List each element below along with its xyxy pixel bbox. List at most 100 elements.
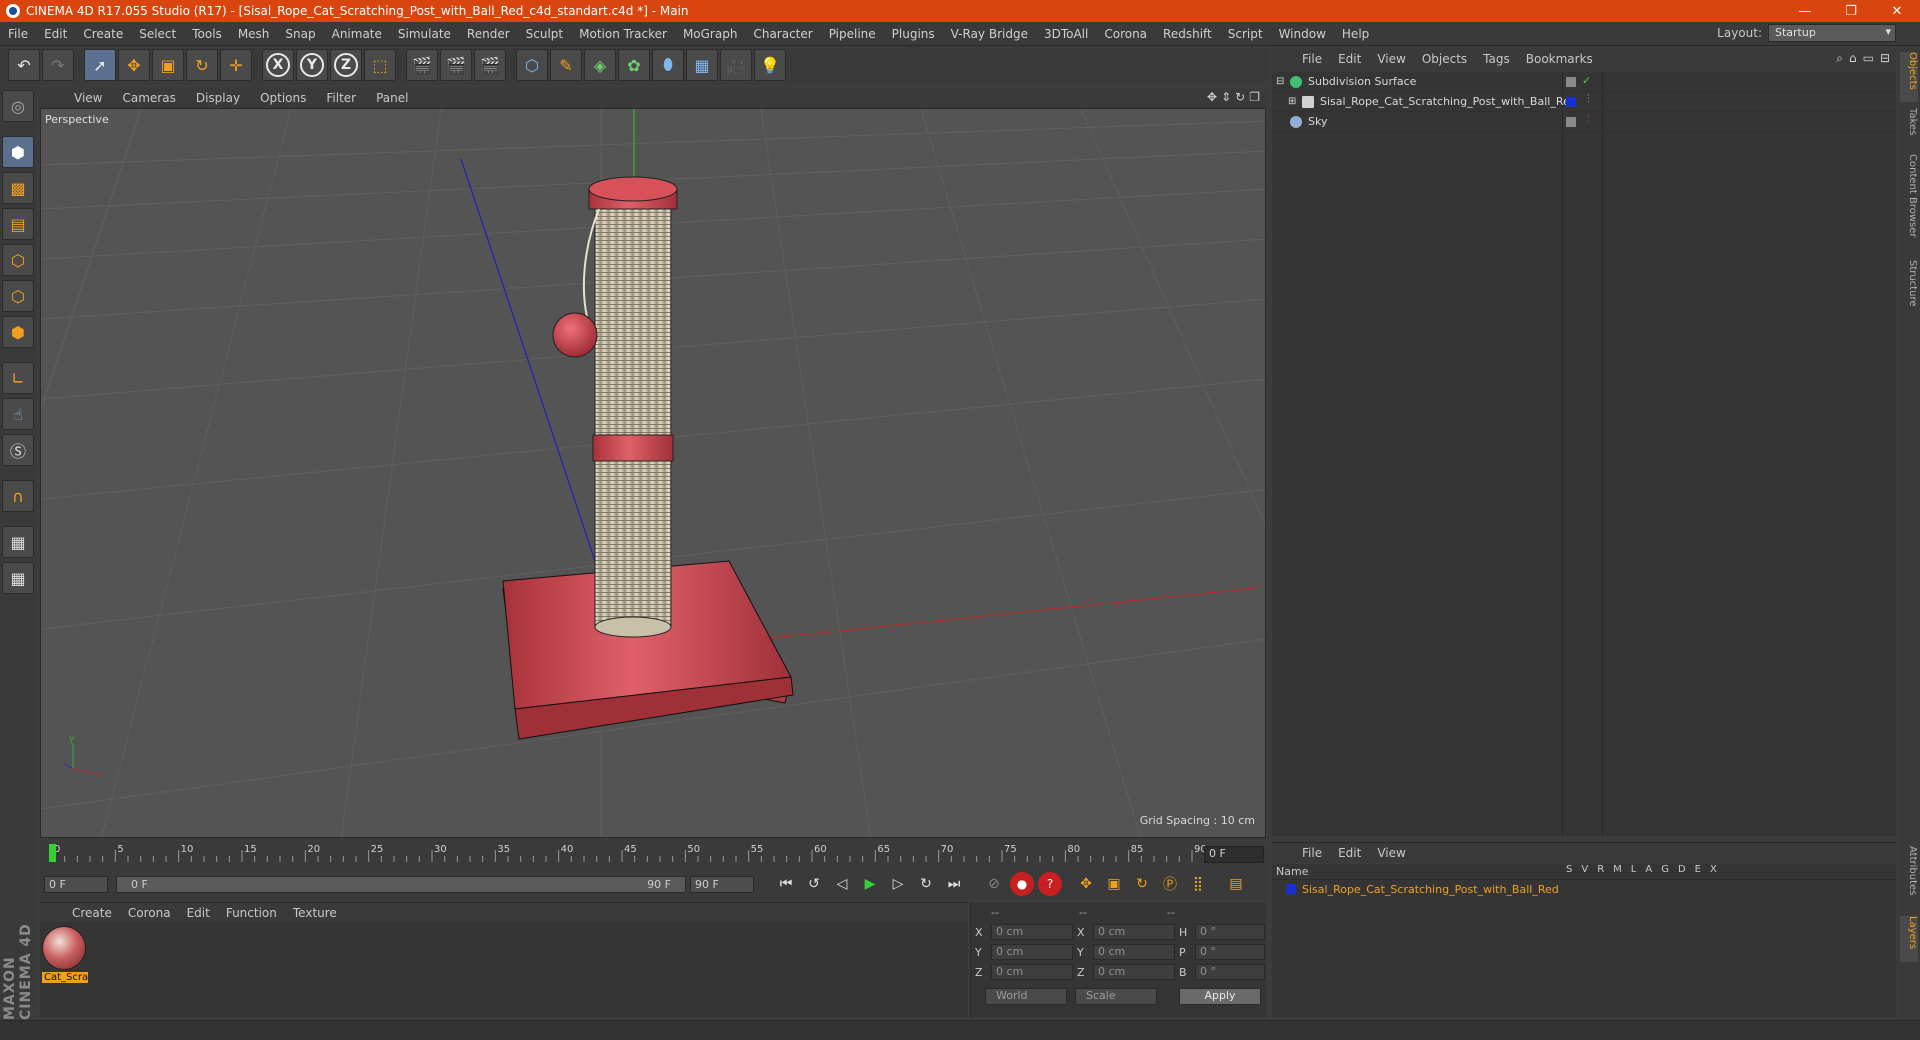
key-pla-icon[interactable]: ⣿ bbox=[1186, 872, 1210, 896]
workplane-snap-icon[interactable]: ▦ bbox=[2, 562, 34, 594]
render-settings-icon[interactable]: 🎬 bbox=[474, 49, 506, 81]
expand-icon[interactable]: ⊞ bbox=[1272, 96, 1302, 107]
material-menu-create[interactable]: Create bbox=[64, 906, 120, 920]
tweak-mode-icon[interactable]: ☝ bbox=[2, 398, 34, 430]
pos-x-field[interactable]: 0 cm bbox=[991, 924, 1073, 940]
minimize-button[interactable]: — bbox=[1782, 0, 1828, 22]
enabled-check-icon[interactable]: ✓ bbox=[1582, 74, 1591, 87]
dolly-icon[interactable]: ⇕ bbox=[1221, 90, 1231, 104]
menu-create[interactable]: Create bbox=[75, 27, 131, 41]
keyframe-selection-icon[interactable]: ⊘ bbox=[982, 872, 1006, 896]
autokey-icon[interactable]: ? bbox=[1038, 872, 1062, 896]
object-menu-bookmarks[interactable]: Bookmarks bbox=[1518, 52, 1601, 66]
menu-simulate[interactable]: Simulate bbox=[390, 27, 459, 41]
x-axis-lock-button[interactable]: X bbox=[262, 49, 294, 81]
size-x-field[interactable]: 0 cm bbox=[1093, 924, 1175, 940]
visibility-dots-icon[interactable]: ⋮ bbox=[1584, 114, 1593, 124]
viewport-menu-panel[interactable]: Panel bbox=[366, 91, 418, 105]
object-row-subdivision-surface[interactable]: ⊟ Subdivision Surface ✓ bbox=[1272, 72, 1896, 92]
layer-menu-file[interactable]: File bbox=[1294, 846, 1330, 860]
new-window-icon[interactable]: ▭ bbox=[1863, 51, 1874, 66]
layer-color-swatch[interactable] bbox=[1286, 884, 1296, 894]
scale-tool-icon[interactable]: ▣ bbox=[152, 49, 184, 81]
recent-tool-icon[interactable]: ✛ bbox=[220, 49, 252, 81]
viewport-menu-cameras[interactable]: Cameras bbox=[112, 91, 185, 105]
previous-frame-icon[interactable]: ◁ bbox=[830, 872, 854, 896]
layer-menu-view[interactable]: View bbox=[1369, 846, 1413, 860]
menu-help[interactable]: Help bbox=[1334, 27, 1377, 41]
floor-environment-icon[interactable]: ▦ bbox=[686, 49, 718, 81]
side-tab-takes[interactable]: Takes bbox=[1900, 108, 1918, 148]
record-active-icon[interactable]: ● bbox=[1010, 872, 1034, 896]
side-tab-attributes[interactable]: Attributes bbox=[1900, 846, 1918, 910]
viewport-menu-options[interactable]: Options bbox=[250, 91, 316, 105]
key-rotation-icon[interactable]: ↻ bbox=[1130, 872, 1154, 896]
workplane-lock-icon[interactable]: ▦ bbox=[2, 526, 34, 558]
material-thumbnail[interactable] bbox=[42, 926, 86, 970]
object-menu-tags[interactable]: Tags bbox=[1475, 52, 1518, 66]
menu-select[interactable]: Select bbox=[131, 27, 184, 41]
end-frame-field[interactable]: 90 F bbox=[690, 875, 754, 893]
snap-icon[interactable]: Ⓢ bbox=[2, 434, 34, 466]
menu-pipeline[interactable]: Pipeline bbox=[821, 27, 884, 41]
pos-y-field[interactable]: 0 cm bbox=[991, 944, 1073, 960]
side-tab-layers[interactable]: Layers bbox=[1900, 916, 1918, 962]
side-tab-structure[interactable]: Structure bbox=[1900, 260, 1918, 320]
viewport-menu-view[interactable]: View bbox=[64, 91, 112, 105]
menu-plugins[interactable]: Plugins bbox=[884, 27, 943, 41]
model-mode-icon[interactable]: ⬢ bbox=[2, 136, 34, 168]
move-tool-icon[interactable]: ✥ bbox=[118, 49, 150, 81]
coordinate-system-icon[interactable]: ⬚ bbox=[364, 49, 396, 81]
subdivision-surface-icon[interactable]: ◈ bbox=[584, 49, 616, 81]
menu-animate[interactable]: Animate bbox=[324, 27, 390, 41]
visibility-dots-icon[interactable]: ⋮ bbox=[1584, 94, 1593, 104]
menu-3dtoall[interactable]: 3DToAll bbox=[1036, 27, 1096, 41]
menu-motion-tracker[interactable]: Motion Tracker bbox=[571, 27, 675, 41]
timeline-window-icon[interactable]: ▤ bbox=[1224, 872, 1248, 896]
layout-select[interactable]: Startup bbox=[1768, 24, 1896, 42]
perspective-viewport[interactable]: y x Perspective Grid Spacing : 10 cm bbox=[40, 108, 1266, 838]
make-editable-icon[interactable]: ◎ bbox=[2, 90, 34, 122]
material-menu-function[interactable]: Function bbox=[218, 906, 285, 920]
restore-button[interactable]: ❐ bbox=[1828, 0, 1874, 22]
object-row-sky[interactable]: Sky ⋮ bbox=[1272, 112, 1896, 132]
size-z-field[interactable]: 0 cm bbox=[1093, 964, 1175, 980]
rot-h-field[interactable]: 0 ° bbox=[1195, 924, 1265, 940]
z-axis-lock-button[interactable]: Z bbox=[330, 49, 362, 81]
deformer-icon[interactable]: ⬮ bbox=[652, 49, 684, 81]
next-frame-icon[interactable]: ▷ bbox=[886, 872, 910, 896]
camera-icon[interactable]: 🎥 bbox=[720, 49, 752, 81]
expand-icon[interactable]: ⊟ bbox=[1272, 76, 1290, 87]
start-frame-field[interactable]: 0 F bbox=[44, 875, 108, 893]
previous-key-icon[interactable]: ↺ bbox=[802, 872, 826, 896]
edges-mode-icon[interactable]: ⬡ bbox=[2, 280, 34, 312]
menu-render[interactable]: Render bbox=[459, 27, 518, 41]
magnet-icon[interactable]: ∩ bbox=[2, 480, 34, 512]
cube-primitive-icon[interactable]: ⬡ bbox=[516, 49, 548, 81]
menu-script[interactable]: Script bbox=[1220, 27, 1271, 41]
material-menu-edit[interactable]: Edit bbox=[179, 906, 218, 920]
material-menu-corona[interactable]: Corona bbox=[120, 906, 179, 920]
undo-icon[interactable]: ↶ bbox=[8, 49, 40, 81]
viewport-menu-display[interactable]: Display bbox=[186, 91, 250, 105]
render-picture-viewer-icon[interactable]: 🎬 bbox=[440, 49, 472, 81]
maximize-view-icon[interactable]: ❐ bbox=[1249, 90, 1260, 104]
menu-snap[interactable]: Snap bbox=[277, 27, 323, 41]
coordinate-space-select[interactable]: World bbox=[985, 988, 1067, 1005]
object-menu-view[interactable]: View bbox=[1369, 52, 1413, 66]
menu-redshift[interactable]: Redshift bbox=[1155, 27, 1220, 41]
menu-vray-bridge[interactable]: V-Ray Bridge bbox=[943, 27, 1036, 41]
home-icon[interactable]: ⌂ bbox=[1849, 51, 1857, 66]
menu-file[interactable]: File bbox=[0, 27, 36, 41]
go-to-end-icon[interactable]: ⏭ bbox=[942, 872, 966, 896]
key-position-icon[interactable]: ✥ bbox=[1074, 872, 1098, 896]
y-axis-lock-button[interactable]: Y bbox=[296, 49, 328, 81]
object-row-sisal-rope[interactable]: ⊞ Sisal_Rope_Cat_Scratching_Post_with_Ba… bbox=[1272, 92, 1896, 112]
current-frame-field[interactable]: 0 F bbox=[1204, 846, 1264, 863]
viewport-menu-filter[interactable]: Filter bbox=[316, 91, 366, 105]
rot-b-field[interactable]: 0 ° bbox=[1195, 964, 1265, 980]
material-menu-texture[interactable]: Texture bbox=[285, 906, 345, 920]
menu-character[interactable]: Character bbox=[745, 27, 820, 41]
coordinate-mode-select[interactable]: Scale bbox=[1075, 988, 1157, 1005]
side-tab-objects[interactable]: Objects bbox=[1900, 52, 1918, 102]
